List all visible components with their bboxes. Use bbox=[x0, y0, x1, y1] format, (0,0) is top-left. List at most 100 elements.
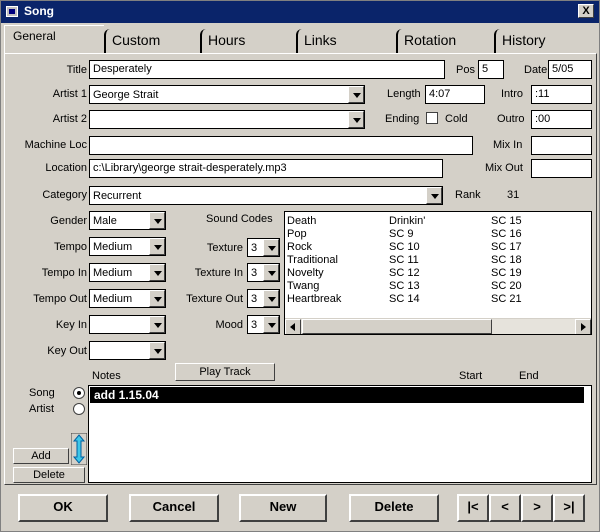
sound-code[interactable]: SC 16 bbox=[491, 228, 522, 240]
prev-record-button[interactable]: < bbox=[489, 494, 521, 522]
texture-select[interactable]: 3 bbox=[247, 238, 280, 257]
texture-in-select[interactable]: 3 bbox=[247, 263, 280, 282]
length-field[interactable]: 4:07 bbox=[425, 85, 485, 104]
play-track-button[interactable]: Play Track bbox=[175, 363, 275, 381]
sound-code[interactable]: Death bbox=[287, 215, 316, 227]
chevron-down-icon[interactable] bbox=[263, 239, 279, 256]
title-field[interactable]: Desperately bbox=[89, 60, 445, 79]
mood-value: 3 bbox=[251, 319, 258, 331]
sound-codes-grid[interactable]: Death Pop Rock Traditional Novelty Twang… bbox=[284, 211, 592, 335]
gender-value: Male bbox=[93, 215, 117, 227]
ok-button[interactable]: OK bbox=[18, 494, 108, 522]
texture-out-label: Texture Out bbox=[186, 293, 243, 305]
chevron-down-icon[interactable] bbox=[263, 316, 279, 333]
chevron-down-icon[interactable] bbox=[149, 212, 165, 229]
outro-field[interactable]: :00 bbox=[531, 110, 592, 129]
chevron-down-icon[interactable] bbox=[149, 316, 165, 333]
pos-field[interactable]: 5 bbox=[478, 60, 504, 79]
sound-code[interactable]: Twang bbox=[287, 280, 319, 292]
outro-label: Outro bbox=[497, 113, 525, 125]
sound-code[interactable]: SC 19 bbox=[491, 267, 522, 279]
sound-code[interactable]: SC 14 bbox=[389, 293, 420, 305]
tempo-in-select[interactable]: Medium bbox=[89, 263, 166, 282]
gender-select[interactable]: Male bbox=[89, 211, 166, 230]
sound-code[interactable]: SC 21 bbox=[491, 293, 522, 305]
mix-in-field[interactable] bbox=[531, 136, 592, 155]
artist1-select[interactable]: George Strait bbox=[89, 85, 365, 104]
song-radio[interactable] bbox=[73, 387, 85, 399]
chevron-down-icon[interactable] bbox=[263, 264, 279, 281]
tempo-in-label: Tempo In bbox=[41, 267, 87, 279]
title-bar: Song X bbox=[1, 1, 599, 23]
tab-links[interactable]: Links bbox=[296, 29, 392, 53]
machine-loc-field[interactable] bbox=[89, 136, 473, 155]
tempo-select[interactable]: Medium bbox=[89, 237, 166, 256]
chevron-down-icon[interactable] bbox=[149, 290, 165, 307]
sound-code[interactable]: Traditional bbox=[287, 254, 338, 266]
new-button[interactable]: New bbox=[239, 494, 327, 522]
last-record-button[interactable]: >| bbox=[553, 494, 585, 522]
chevron-down-icon[interactable] bbox=[426, 187, 442, 204]
mix-out-field[interactable] bbox=[531, 159, 592, 178]
song-radio-label: Song bbox=[29, 387, 55, 399]
artist2-select[interactable] bbox=[89, 110, 365, 129]
intro-field[interactable]: :11 bbox=[531, 85, 592, 104]
horizontal-scrollbar[interactable] bbox=[285, 318, 591, 334]
cold-checkbox[interactable] bbox=[426, 112, 438, 124]
tab-general[interactable]: General bbox=[4, 25, 104, 53]
texture-out-select[interactable]: 3 bbox=[247, 289, 280, 308]
chevron-down-icon[interactable] bbox=[149, 238, 165, 255]
key-in-select[interactable] bbox=[89, 315, 166, 334]
first-record-button[interactable]: |< bbox=[457, 494, 489, 522]
scroll-right-icon[interactable] bbox=[575, 319, 591, 334]
date-field[interactable]: 5/05 bbox=[548, 60, 592, 79]
tempo-out-label: Tempo Out bbox=[33, 293, 87, 305]
tab-rotation[interactable]: Rotation bbox=[396, 29, 492, 53]
sound-code[interactable]: Drinkin' bbox=[389, 215, 425, 227]
sound-code[interactable]: SC 11 bbox=[389, 254, 419, 266]
chevron-down-icon[interactable] bbox=[348, 111, 364, 128]
tab-history[interactable]: History bbox=[494, 29, 590, 53]
sound-code[interactable]: SC 9 bbox=[389, 228, 413, 240]
artist2-label: Artist 2 bbox=[52, 113, 87, 125]
key-out-select[interactable] bbox=[89, 341, 166, 360]
tab-hours[interactable]: Hours bbox=[200, 29, 296, 53]
note-entry[interactable]: add 1.15.04 bbox=[90, 387, 584, 403]
location-field[interactable]: c:\Library\george strait-desperately.mp3 bbox=[89, 159, 443, 178]
window-title: Song bbox=[24, 4, 54, 18]
chevron-down-icon[interactable] bbox=[348, 86, 364, 103]
mood-select[interactable]: 3 bbox=[247, 315, 280, 334]
sound-code[interactable]: SC 15 bbox=[491, 215, 522, 227]
title-label: Title bbox=[66, 64, 87, 76]
chevron-down-icon[interactable] bbox=[263, 290, 279, 307]
artist-radio[interactable] bbox=[73, 403, 85, 415]
delete-button[interactable]: Delete bbox=[349, 494, 439, 522]
delete-note-button[interactable]: Delete bbox=[13, 467, 85, 483]
sound-code[interactable]: SC 10 bbox=[389, 241, 420, 253]
category-select[interactable]: Recurrent bbox=[89, 186, 443, 205]
sound-code[interactable]: SC 18 bbox=[491, 254, 522, 266]
sound-code[interactable]: SC 17 bbox=[491, 241, 522, 253]
sound-code[interactable]: Heartbreak bbox=[287, 293, 341, 305]
sound-code[interactable]: SC 20 bbox=[491, 280, 522, 292]
sound-code[interactable]: Novelty bbox=[287, 267, 324, 279]
sound-code[interactable]: Pop bbox=[287, 228, 307, 240]
chevron-down-icon[interactable] bbox=[149, 264, 165, 281]
sound-code[interactable]: SC 13 bbox=[389, 280, 420, 292]
texture-label: Texture bbox=[206, 242, 243, 254]
close-button[interactable]: X bbox=[578, 4, 594, 18]
sound-code[interactable]: SC 12 bbox=[389, 267, 420, 279]
sound-code[interactable]: Rock bbox=[287, 241, 312, 253]
tab-custom[interactable]: Custom bbox=[104, 29, 200, 53]
tempo-out-select[interactable]: Medium bbox=[89, 289, 166, 308]
next-record-button[interactable]: > bbox=[521, 494, 553, 522]
cancel-button[interactable]: Cancel bbox=[129, 494, 219, 522]
tempo-out-value: Medium bbox=[93, 293, 133, 305]
notes-list[interactable]: add 1.15.04 bbox=[88, 385, 592, 483]
scroll-thumb[interactable] bbox=[302, 319, 492, 334]
add-note-button[interactable]: Add bbox=[13, 448, 69, 464]
category-label: Category bbox=[42, 189, 87, 201]
chevron-down-icon[interactable] bbox=[149, 342, 165, 359]
scroll-left-icon[interactable] bbox=[285, 319, 301, 334]
move-arrows-icon[interactable] bbox=[71, 433, 87, 465]
